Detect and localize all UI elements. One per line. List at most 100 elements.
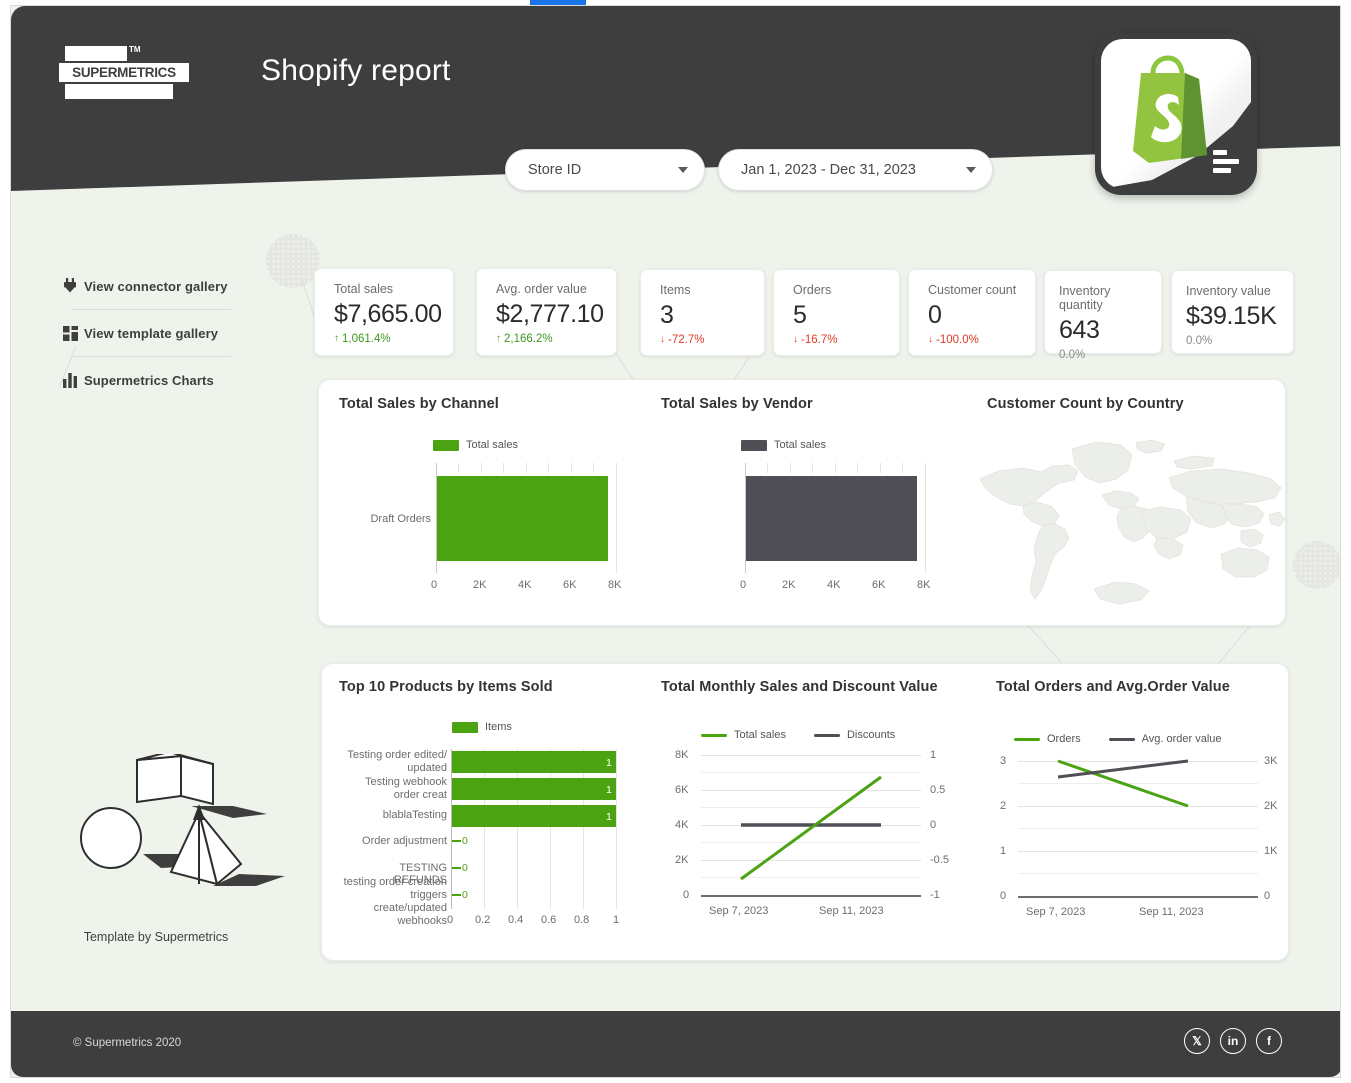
gridline (481, 463, 482, 473)
bar-product-3 (452, 805, 616, 827)
bar-vendor (746, 476, 917, 561)
x-tick-label: Sep 7, 2023 (709, 905, 768, 917)
linkedin-icon-glyph: in (1228, 1034, 1239, 1048)
arrow-down-icon: ↓ (793, 335, 798, 345)
gridline (484, 749, 485, 909)
arrow-up-icon: ↑ (334, 334, 339, 344)
kpi-card-customer-count: Customer count 0 ↓ -100.0% (908, 269, 1036, 356)
kpi-label: Customer count (928, 283, 1021, 297)
kpi-label: Orders (793, 283, 885, 297)
gridline (517, 749, 518, 909)
y-tick-label: Testing order edited/ updated (347, 749, 447, 775)
panel-title-top-products: Top 10 Products by Items Sold (339, 679, 553, 695)
date-range-filter[interactable]: Jan 1, 2023 - Dec 31, 2023 (718, 149, 993, 191)
bar-value-label: 1 (606, 757, 612, 769)
kpi-delta-value: 0.0% (1186, 335, 1212, 347)
y-right-tick: -1 (930, 889, 940, 901)
linkedin-icon[interactable]: in (1220, 1028, 1246, 1054)
gridline (925, 463, 926, 573)
kpi-card-inventory-quantity: Inventory quantity 643 0.0% (1044, 270, 1162, 354)
page-title: Shopify report (261, 54, 451, 88)
legend-swatch (433, 440, 459, 451)
kpi-value: 5 (793, 299, 885, 331)
gridline (571, 463, 572, 473)
y-tick-label: Testing webhook order creat (347, 776, 447, 802)
gridline (451, 749, 452, 909)
x-tick-label: 2K (782, 579, 795, 591)
y-left-tick: 8K (675, 749, 688, 761)
y-left-tick: 4K (675, 819, 688, 831)
kpi-card-total-sales: Total sales $7,665.00 ↑ 1,061.4% (314, 268, 454, 356)
kpi-value: 643 (1059, 314, 1147, 346)
x-icon[interactable]: 𝕏 (1184, 1028, 1210, 1054)
world-map-icon (971, 431, 1291, 616)
arrow-down-icon: ↓ (928, 335, 933, 345)
grid-icon (56, 326, 84, 341)
series-lines (661, 711, 961, 931)
kpi-value: $2,777.10 (496, 298, 602, 330)
bar-product-5 (452, 867, 461, 869)
x-tick-label: 6K (872, 579, 885, 591)
y-tick-label: Draft Orders (369, 513, 431, 525)
gridline (548, 463, 549, 473)
kpi-card-inventory-value: Inventory value $39.15K 0.0% (1171, 270, 1294, 354)
bar-value-label: 1 (606, 784, 612, 796)
bar-value-label: 1 (606, 811, 612, 823)
y-left-tick: 2K (675, 854, 688, 866)
kpi-delta: ↓ -16.7% (793, 334, 885, 346)
gridline (503, 463, 504, 473)
store-id-filter[interactable]: Store ID (505, 149, 705, 191)
rail-item-connector-gallery[interactable]: View connector gallery (56, 268, 241, 304)
x-tick-label: 0.4 (508, 914, 523, 926)
y-right-tick: 0.5 (930, 784, 945, 796)
logo-wordmark: SUPERMETRICS (59, 63, 189, 82)
arrow-up-icon: ↑ (496, 334, 501, 344)
kpi-delta-value: -72.7% (668, 334, 704, 346)
kpi-delta: 0.0% (1059, 349, 1147, 361)
bar-value-label: 0 (462, 862, 468, 874)
left-rail: View connector gallery View template gal… (56, 268, 241, 398)
gridline (857, 463, 858, 473)
kpi-label: Inventory quantity (1059, 284, 1147, 312)
chart-sales-by-vendor: Total sales 0 2K 4K 6K 8K (661, 431, 961, 611)
logo-trademark: TM (129, 45, 141, 54)
gridline (902, 463, 903, 473)
x-tick-label: 0 (447, 914, 453, 926)
y-right-tick: 0 (930, 819, 936, 831)
y-left-tick: 6K (675, 784, 688, 796)
template-credit: Template by Supermetrics (56, 930, 256, 944)
y-right-tick: 1 (930, 749, 936, 761)
gridline (790, 463, 791, 473)
supermetrics-logo: SUPERMETRICS TM (57, 44, 205, 99)
rail-item-label: View connector gallery (84, 279, 228, 294)
chart-customer-count-by-country (971, 431, 1291, 616)
series-total-sales (741, 777, 881, 879)
chart-top-10-products: Items 1 1 1 0 0 0 Testing order edited/ … (339, 711, 639, 931)
gridline (835, 463, 836, 473)
x-tick-label: 0.6 (541, 914, 556, 926)
gridline (616, 463, 617, 573)
store-id-filter-label: Store ID (528, 162, 581, 178)
rail-item-label: Supermetrics Charts (84, 373, 214, 388)
legend-label: Total sales (774, 439, 826, 451)
y-left-tick: 2 (1000, 800, 1006, 812)
rail-item-supermetrics-charts[interactable]: Supermetrics Charts (56, 362, 241, 398)
facebook-icon[interactable]: f (1256, 1028, 1282, 1054)
kpi-delta: ↓ -72.7% (660, 334, 750, 346)
y-tick-label: Order adjustment (347, 835, 447, 847)
panel-title-orders-aov: Total Orders and Avg.Order Value (996, 679, 1230, 695)
arrow-down-icon: ↓ (660, 335, 665, 345)
rail-divider (71, 309, 231, 310)
kpi-delta-value: 1,061.4% (342, 333, 391, 345)
chart-legend: Total sales (433, 439, 518, 451)
gridline (526, 463, 527, 473)
y-left-tick: 3 (1000, 755, 1006, 767)
x-tick-label: 8K (917, 579, 930, 591)
rail-item-template-gallery[interactable]: View template gallery (56, 315, 241, 351)
gridline (812, 463, 813, 473)
gridline (583, 749, 584, 909)
y-left-tick: 0 (1000, 890, 1006, 902)
kpi-card-orders: Orders 5 ↓ -16.7% (773, 269, 900, 356)
x-tick-label: 2K (473, 579, 486, 591)
page-footer: © Supermetrics 2020 𝕏 in f (11, 1011, 1341, 1077)
